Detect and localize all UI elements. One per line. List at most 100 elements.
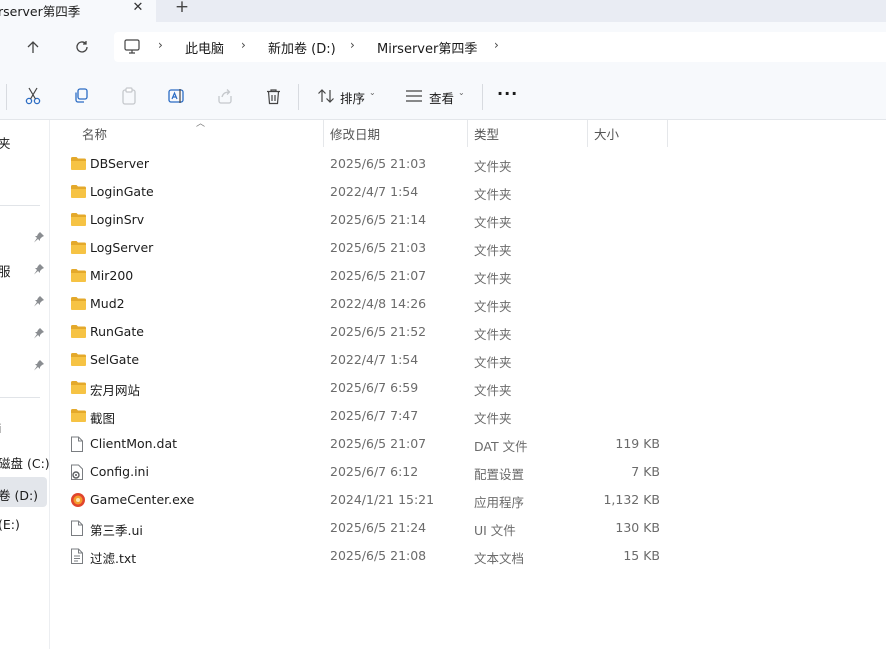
file-row[interactable]: DBServer 2025/6/5 21:03 文件夹 [50,150,670,178]
sidebar-item-drive-c[interactable]: 磁盘 (C:) [0,453,49,472]
column-divider[interactable] [667,120,668,147]
file-name[interactable]: 截图 [90,408,115,427]
breadcrumb-this-pc[interactable]: 此电脑 [185,38,224,57]
tab-title: rserver第四季 [0,4,81,19]
file-row[interactable]: ClientMon.dat 2025/6/5 21:07 DAT 文件 119 KB [50,430,670,458]
column-divider[interactable] [323,120,324,147]
file-type: 文件夹 [474,159,512,174]
chevron-right-icon[interactable]: › [241,38,246,52]
more-options-icon[interactable]: ··· [497,84,518,103]
sidebar-item-drive-e[interactable]: (E:) [0,517,20,532]
file-row[interactable]: 第三季.ui 2025/6/5 21:24 UI 文件 130 KB [50,514,670,542]
folder-icon [70,212,86,228]
column-header-size[interactable]: 大小 [594,124,619,143]
file-row[interactable]: SelGate 2022/4/7 1:54 文件夹 [50,346,670,374]
file-row[interactable]: Config.ini 2025/6/7 6:12 配置设置 7 KB [50,458,670,486]
file-name[interactable]: 第三季.ui [90,520,143,539]
file-date: 2025/6/5 21:08 [330,548,427,563]
file-row[interactable]: RunGate 2025/6/5 21:52 文件夹 [50,318,670,346]
file-row[interactable]: 截图 2025/6/7 7:47 文件夹 [50,402,670,430]
delete-icon[interactable] [262,85,284,107]
file-row[interactable]: 过滤.txt 2025/6/5 21:08 文本文档 15 KB [50,542,670,570]
breadcrumb-folder[interactable]: Mirserver第四季 [377,38,477,57]
file-icon [70,436,86,452]
file-name[interactable]: Config.ini [90,464,149,479]
file-name[interactable]: Mir200 [90,268,133,283]
column-divider[interactable] [587,120,588,147]
paste-icon[interactable] [118,85,140,107]
text-file-icon [70,548,86,564]
sort-icon[interactable] [315,85,337,107]
pin-icon [33,327,45,339]
chevron-down-icon[interactable]: ⌄ [369,88,376,97]
sidebar-divider [0,397,40,398]
sort-button[interactable]: 排序 [340,88,365,107]
view-icon[interactable] [403,85,425,107]
folder-icon [70,380,86,396]
sidebar-item-label[interactable]: i [0,421,1,436]
cut-icon[interactable] [22,85,44,107]
file-type: UI 文件 [474,523,516,538]
chevron-down-icon[interactable]: ⌄ [458,88,465,97]
copy-icon[interactable] [70,85,92,107]
file-name[interactable]: LogServer [90,240,153,255]
file-name[interactable]: 过滤.txt [90,548,136,567]
refresh-icon[interactable] [70,35,94,59]
file-size: 1,132 KB [603,492,660,507]
file-size: 119 KB [615,436,660,451]
file-date: 2025/6/7 6:12 [330,464,419,479]
share-icon[interactable] [214,85,236,107]
navigation-pane: 夹 服 i 磁盘 (C:) 卷 (D:) (E:) [0,120,50,649]
file-name[interactable]: SelGate [90,352,139,367]
view-button[interactable]: 查看 [429,88,454,107]
tab-strip: rserver第四季 ✕ + [0,0,886,22]
column-header-date[interactable]: 修改日期 [330,124,380,143]
file-row[interactable]: LoginSrv 2025/6/5 21:14 文件夹 [50,206,670,234]
settings-file-icon [70,464,86,480]
file-name[interactable]: LoginGate [90,184,154,199]
file-name[interactable]: 宏月网站 [90,380,140,399]
new-tab-icon[interactable]: + [173,0,191,16]
file-name[interactable]: GameCenter.exe [90,492,194,507]
sidebar-item-label[interactable]: 夹 [0,133,11,152]
file-row[interactable]: Mud2 2022/4/8 14:26 文件夹 [50,290,670,318]
file-row[interactable]: LogServer 2025/6/5 21:03 文件夹 [50,234,670,262]
file-row[interactable]: 宏月网站 2025/6/7 6:59 文件夹 [50,374,670,402]
sidebar-item-drive-d[interactable]: 卷 (D:) [0,485,38,504]
breadcrumb-drive-d[interactable]: 新加卷 (D:) [268,38,336,57]
column-header-type[interactable]: 类型 [474,124,499,143]
chevron-right-icon[interactable]: › [158,38,163,52]
file-name[interactable]: Mud2 [90,296,125,311]
sidebar-item-label[interactable]: 服 [0,261,11,280]
folder-icon [70,268,86,284]
file-row[interactable]: GameCenter.exe 2024/1/21 15:21 应用程序 1,132 K… [50,486,670,514]
file-row[interactable]: LoginGate 2022/4/7 1:54 文件夹 [50,178,670,206]
rename-icon[interactable] [166,85,188,107]
file-row[interactable]: Mir200 2025/6/5 21:07 文件夹 [50,262,670,290]
tab-active[interactable]: rserver第四季 ✕ [0,0,156,22]
file-date: 2022/4/8 14:26 [330,296,427,311]
chevron-right-icon[interactable]: › [494,38,499,52]
folder-icon [70,184,86,200]
file-date: 2022/4/7 1:54 [330,352,419,367]
file-type: 文件夹 [474,327,512,342]
column-divider[interactable] [467,120,468,147]
address-bar[interactable]: › 此电脑 › 新加卷 (D:) › Mirserver第四季 › [114,32,886,62]
command-bar: 排序 ⌄ 查看 ⌄ ··· [0,72,886,120]
file-name[interactable]: ClientMon.dat [90,436,177,451]
application-icon [70,492,86,508]
folder-icon [70,156,86,172]
pin-icon [33,295,45,307]
monitor-icon[interactable] [124,39,140,57]
file-size: 15 KB [623,548,660,563]
chevron-right-icon[interactable]: › [350,38,355,52]
close-icon[interactable]: ✕ [131,0,145,16]
up-arrow-icon[interactable] [21,35,45,59]
file-type: 文件夹 [474,383,512,398]
column-header-name[interactable]: 名称 [82,124,107,143]
file-date: 2025/6/5 21:14 [330,212,427,227]
file-name[interactable]: DBServer [90,156,149,171]
file-name[interactable]: RunGate [90,324,144,339]
file-type: 配置设置 [474,467,525,482]
file-name[interactable]: LoginSrv [90,212,144,227]
